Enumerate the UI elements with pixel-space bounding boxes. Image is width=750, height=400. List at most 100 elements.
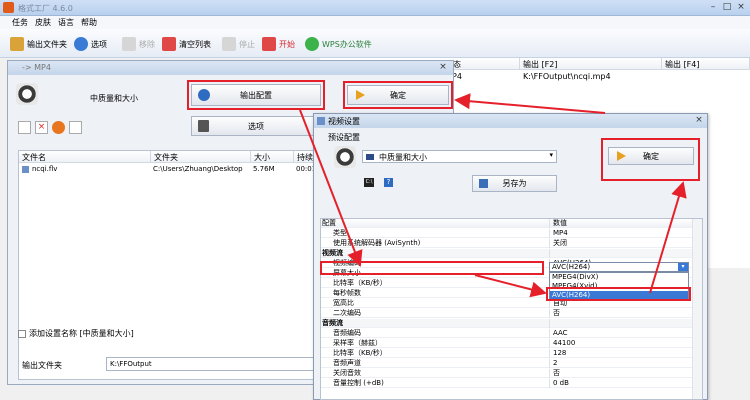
preset-section-label: 预设配置 <box>328 133 360 142</box>
delete-file-icon[interactable]: × <box>35 121 48 134</box>
task-output-path: K:\FFOutput\ncqi.mp4 <box>523 72 611 81</box>
file-folder: C:\Users\Zhuang\Desktop <box>153 165 243 173</box>
settings-key: 类型 <box>333 229 347 237</box>
settings-row[interactable]: 音频声道 2 <box>321 359 693 368</box>
col-output[interactable]: 输出 [F2] <box>520 58 662 70</box>
output-folder-button[interactable]: 输出文件夹 <box>10 34 67 54</box>
remove-button[interactable]: 移除 <box>122 34 155 54</box>
preset-icon <box>366 154 374 160</box>
settings-value: 否 <box>553 309 560 317</box>
menu-help[interactable]: 帮助 <box>81 17 97 28</box>
add-setting-checkbox[interactable] <box>18 329 26 338</box>
codec-option-divx[interactable]: MPEG4(DivX) <box>550 273 688 282</box>
settings-row[interactable]: 音频流 <box>321 319 693 328</box>
col-folder[interactable]: 文件夹 <box>151 151 251 163</box>
start-button[interactable]: 开始 <box>262 34 295 54</box>
options-icon <box>74 37 88 51</box>
output-folder-field[interactable]: K:\FFOutput <box>106 357 318 371</box>
preset-select[interactable]: 中质量和大小 ▾ <box>362 150 557 163</box>
settings-row[interactable]: 音频编码 AAC <box>321 329 693 338</box>
menu-task[interactable]: 任务 <box>12 17 28 28</box>
minimize-icon[interactable]: – <box>706 1 720 13</box>
stop-icon <box>222 37 236 51</box>
app-title: 格式工厂 4.6.0 <box>18 4 73 13</box>
save-as-label: 另存为 <box>502 179 527 188</box>
settings-key: 比特率（KB/秒） <box>333 279 387 287</box>
settings-row[interactable]: 音量控制 (+dB) 0 dB <box>321 379 693 388</box>
settings-key: 音量控制 (+dB) <box>333 379 384 387</box>
settings-value: 关闭 <box>553 239 567 247</box>
format-factory-logo-icon <box>3 2 14 13</box>
file-size: 5.76M <box>253 165 275 173</box>
stop-button[interactable]: 停止 <box>222 34 255 54</box>
start-label: 开始 <box>279 39 295 49</box>
remove-label: 移除 <box>139 39 155 49</box>
header-value: 数值 <box>553 219 567 227</box>
video-settings-dialog: 视频设置 × 预设配置 中质量和大小 ▾ C:\ ? 另存为 确定 配置 数值 … <box>313 113 708 400</box>
save-as-button[interactable]: 另存为 <box>472 175 557 192</box>
preset-label: 中质量和大小 <box>90 94 138 103</box>
settings-close-icon[interactable]: × <box>692 114 706 126</box>
video-file-icon <box>22 166 29 173</box>
settings-row[interactable]: 使用系统解码器 (AviSynth) 关闭 <box>321 239 693 248</box>
add-setting-label: 添加设置名称 [中质量和大小] <box>29 329 134 338</box>
clear-list-label: 清空列表 <box>179 39 211 49</box>
film-reel-icon <box>16 83 38 105</box>
remove-icon <box>122 37 136 51</box>
settings-row[interactable]: 比特率（KB/秒） 128 <box>321 349 693 358</box>
dialog-close-icon[interactable]: × <box>436 61 450 73</box>
file-name: ncqi.flv <box>32 165 58 173</box>
add-setting-row: 添加设置名称 [中质量和大小] <box>18 328 134 339</box>
output-folder-label: 输出文件夹 <box>27 39 67 49</box>
settings-value: 128 <box>553 349 567 357</box>
highlight-h264-option <box>546 287 691 301</box>
col-output-f4[interactable]: 输出 [F4] <box>662 58 750 70</box>
play-icon[interactable] <box>52 121 65 134</box>
folder-icon <box>10 37 24 51</box>
settings-row[interactable]: 采样率（赫兹） 44100 <box>321 339 693 348</box>
col-size[interactable]: 大小 <box>251 151 294 163</box>
help-icon[interactable]: ? <box>384 178 393 187</box>
col-status[interactable]: 态 <box>450 58 520 70</box>
chevron-down-icon: ▾ <box>549 151 553 159</box>
menu-language[interactable]: 语言 <box>58 17 74 28</box>
file-actions: × <box>18 121 82 134</box>
settings-scrollbar[interactable] <box>692 219 702 399</box>
table-row[interactable]: ncqi.flv C:\Users\Zhuang\Desktop 5.76M 0… <box>19 165 319 175</box>
codec-select[interactable]: AVC(H264) ▾ <box>549 262 689 272</box>
menu-skin[interactable]: 皮肤 <box>35 17 51 28</box>
chevron-down-icon-codec[interactable]: ▾ <box>678 263 688 271</box>
codec-select-value: AVC(H264) <box>552 263 591 271</box>
settings-key: 采样率（赫兹） <box>333 339 382 347</box>
settings-key: 音频编码 <box>333 329 361 337</box>
settings-key: 比特率（KB/秒） <box>333 349 387 357</box>
cmd-icon[interactable]: C:\ <box>364 178 374 187</box>
highlight-video-codec <box>320 261 544 275</box>
clear-list-button[interactable]: 清空列表 <box>162 34 211 54</box>
settings-table: 配置 数值 类型MP4使用系统解码器 (AviSynth)关闭视频流视频编码AV… <box>320 218 703 400</box>
col-filename[interactable]: 文件名 <box>19 151 151 163</box>
options-label: 选项 <box>91 39 107 49</box>
settings-header: 配置 数值 <box>321 219 693 228</box>
settings-key: 宽高比 <box>333 299 354 307</box>
options-dialog-button[interactable]: 选项 <box>191 116 321 136</box>
settings-key: 二次编码 <box>333 309 361 317</box>
main-toolbar: 输出文件夹 选项 移除 清空列表 停止 开始 WPS办公软件 <box>0 29 750 58</box>
info-icon[interactable] <box>69 121 82 134</box>
highlight-output-config <box>187 80 325 110</box>
settings-row[interactable]: 关闭音效 否 <box>321 369 693 378</box>
file-table: 文件名 文件夹 大小 持续 ncqi.flv C:\Users\Zhuang\D… <box>18 150 319 380</box>
close-icon[interactable]: × <box>734 1 748 13</box>
maximize-icon[interactable]: □ <box>720 1 734 13</box>
save-icon <box>479 179 488 188</box>
settings-row[interactable]: 类型 MP4 <box>321 229 693 238</box>
settings-row[interactable]: 二次编码 否 <box>321 309 693 318</box>
settings-key: 关闭音效 <box>333 369 361 377</box>
settings-row[interactable]: 视频流 <box>321 249 693 258</box>
start-icon <box>262 37 276 51</box>
preset-select-value: 中质量和大小 <box>379 153 427 162</box>
wps-button[interactable]: WPS办公软件 <box>305 34 372 54</box>
video-settings-icon <box>317 117 325 125</box>
add-file-icon[interactable] <box>18 121 31 134</box>
options-button[interactable]: 选项 <box>74 34 107 54</box>
